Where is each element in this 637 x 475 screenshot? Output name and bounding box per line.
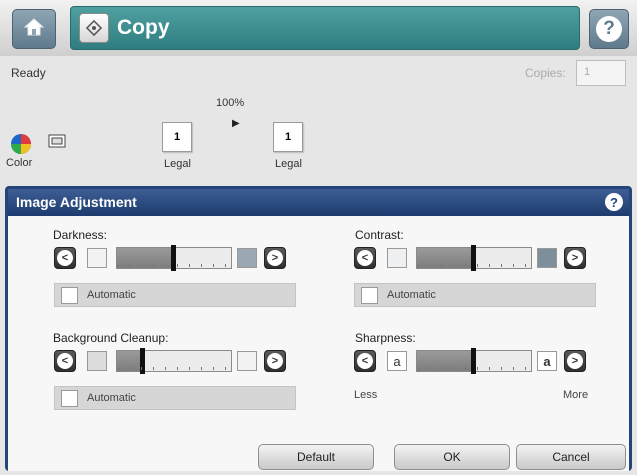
cancel-button[interactable]: Cancel (516, 444, 626, 470)
output-page-thumb: 1 (273, 122, 303, 152)
original-page-thumb: 1 (162, 122, 192, 152)
chevron-right-icon: > (567, 353, 583, 369)
contrast-increase-button[interactable]: > (564, 247, 586, 269)
contrast-slider[interactable] (416, 245, 532, 271)
background-cleanup-slider[interactable] (116, 348, 232, 374)
background-cleanup-high-swatch (237, 351, 257, 371)
copies-field[interactable]: 1 (576, 60, 626, 86)
contrast-low-swatch (387, 248, 407, 268)
zoom-level: 100% (216, 97, 245, 109)
darkness-automatic-option[interactable]: Automatic (54, 283, 296, 307)
contrast-high-swatch (537, 248, 557, 268)
help-icon: ? (596, 16, 622, 42)
chevron-left-icon: < (357, 250, 373, 266)
image-adjustment-dialog: Image Adjustment ? Darkness: < > Automat… (5, 186, 632, 471)
mono-copy-icon (46, 134, 68, 155)
contrast-decrease-button[interactable]: < (354, 247, 376, 269)
dialog-header: Image Adjustment ? (8, 189, 629, 216)
background-cleanup-automatic-label: Automatic (87, 392, 136, 404)
sharpness-slider[interactable] (416, 348, 532, 374)
sharpness-slider-ticks (417, 367, 531, 370)
output-size-label: Legal (275, 158, 302, 170)
dialog-title: Image Adjustment (16, 194, 137, 210)
sharpness-low-swatch: a (387, 351, 407, 371)
copies-label: Copies: (525, 66, 566, 80)
ok-button[interactable]: OK (394, 444, 510, 470)
chevron-left-icon: < (57, 353, 73, 369)
contrast-automatic-label: Automatic (387, 289, 436, 301)
darkness-automatic-checkbox[interactable] (61, 287, 78, 304)
darkness-dark-swatch (237, 248, 257, 268)
default-button[interactable]: Default (258, 444, 374, 470)
dialog-body: Darkness: < > Automatic Contrast: < > Au… (8, 216, 629, 444)
background-cleanup-automatic-checkbox[interactable] (61, 390, 78, 407)
title-bar: Copy (70, 6, 580, 50)
sharpness-less-label: Less (354, 389, 378, 401)
contrast-label: Contrast: (355, 228, 404, 242)
dialog-footer: Default OK Cancel (8, 444, 629, 471)
home-icon (23, 17, 45, 42)
background-cleanup-label: Background Cleanup: (53, 331, 169, 345)
home-button[interactable] (12, 9, 56, 49)
background-cleanup-decrease-button[interactable]: < (54, 350, 76, 372)
copy-icon (79, 13, 109, 43)
sharpness-label: Sharpness: (355, 331, 416, 345)
darkness-slider-ticks (117, 264, 231, 267)
contrast-automatic-checkbox[interactable] (361, 287, 378, 304)
sharpness-slider-thumb[interactable] (471, 348, 476, 374)
darkness-increase-button[interactable]: > (264, 247, 286, 269)
chevron-left-icon: < (357, 353, 373, 369)
chevron-right-icon: > (267, 353, 283, 369)
darkness-decrease-button[interactable]: < (54, 247, 76, 269)
background-cleanup-automatic-option[interactable]: Automatic (54, 386, 296, 410)
background-cleanup-low-swatch (87, 351, 107, 371)
color-mode-label: Color (6, 157, 33, 169)
sharpness-decrease-button[interactable]: < (354, 350, 376, 372)
darkness-automatic-label: Automatic (87, 289, 136, 301)
background-cleanup-slider-ticks (117, 367, 231, 370)
background-cleanup-slider-thumb[interactable] (140, 348, 145, 374)
darkness-slider-thumb[interactable] (171, 245, 176, 271)
background-cleanup-increase-button[interactable]: > (264, 350, 286, 372)
original-size-label: Legal (164, 158, 191, 170)
top-bar: Copy ? (0, 0, 637, 56)
page-title: Copy (117, 16, 170, 39)
contrast-slider-thumb[interactable] (471, 245, 476, 271)
dialog-help-icon[interactable]: ? (605, 193, 623, 211)
help-button[interactable]: ? (589, 9, 629, 49)
darkness-light-swatch (87, 248, 107, 268)
status-text: Ready (11, 66, 46, 80)
sharpness-increase-button[interactable]: > (564, 350, 586, 372)
darkness-label: Darkness: (53, 228, 108, 242)
darkness-slider[interactable] (116, 245, 232, 271)
sharpness-high-swatch: a (537, 351, 557, 371)
contrast-slider-ticks (417, 264, 531, 267)
chevron-left-icon: < (57, 250, 73, 266)
chevron-right-icon: > (267, 250, 283, 266)
arrow-right-icon: ▶ (232, 118, 240, 129)
sharpness-more-label: More (563, 389, 589, 401)
contrast-automatic-option[interactable]: Automatic (354, 283, 596, 307)
chevron-right-icon: > (567, 250, 583, 266)
